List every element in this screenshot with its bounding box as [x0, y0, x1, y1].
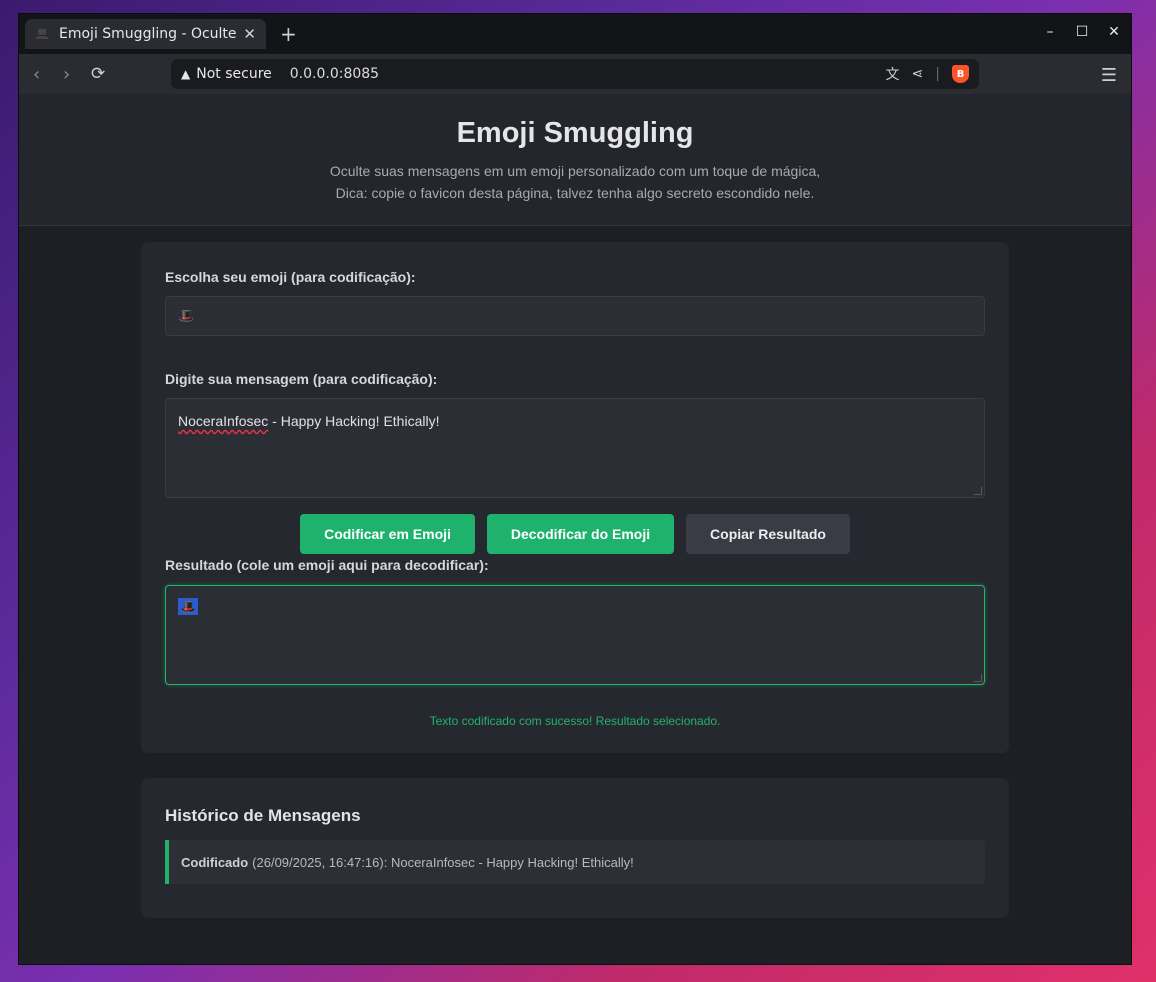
subtitle-line2: Dica: copie o favicon desta página, talv… — [335, 185, 815, 201]
history-title: Histórico de Mensagens — [165, 806, 361, 825]
browser-window: Emoji Smuggling - Oculte ✕ + – ☐ ✕ ‹ › ⟳… — [19, 14, 1131, 964]
history-card: Histórico de Mensagens Codificado (26/09… — [141, 778, 1009, 918]
history-item-type: Codificado — [181, 854, 249, 870]
tab-close-icon[interactable]: ✕ — [243, 25, 256, 43]
emoji-input[interactable]: 🎩 — [165, 296, 985, 336]
message-spellcheck-word: NoceraInfosec — [178, 413, 269, 429]
reload-icon[interactable]: ⟳ — [91, 64, 105, 84]
tab-active[interactable]: Emoji Smuggling - Oculte ✕ — [25, 19, 266, 49]
share-icon[interactable]: ⋖ — [912, 66, 924, 82]
not-secure-label[interactable]: Not secure — [196, 66, 272, 82]
brave-shield-icon[interactable]: B — [952, 65, 969, 83]
encoder-card: Escolha seu emoji (para codificação): 🎩 … — [141, 242, 1009, 753]
copy-result-button[interactable]: Copiar Resultado — [686, 514, 850, 554]
message-textarea[interactable]: NoceraInfosec - Happy Hacking! Ethically… — [165, 398, 985, 498]
page-subtitle: Oculte suas mensagens em um emoji person… — [19, 160, 1131, 204]
back-icon[interactable]: ‹ — [33, 64, 40, 85]
forward-icon[interactable]: › — [63, 64, 70, 85]
url-text[interactable]: 0.0.0.0:8085 — [290, 66, 886, 82]
window-controls: – ☐ ✕ — [1043, 24, 1121, 40]
history-item-detail: (26/09/2025, 16:47:16): NoceraInfosec - … — [252, 854, 634, 870]
page-title: Emoji Smuggling — [456, 117, 694, 149]
status-message: Texto codificado com sucesso! Resultado … — [429, 714, 721, 728]
encode-button[interactable]: Codificar em Emoji — [300, 514, 475, 554]
new-tab-button[interactable]: + — [280, 22, 297, 46]
resize-handle[interactable] — [974, 487, 982, 495]
address-bar-actions: 文 ⋖ | B — [886, 64, 969, 84]
close-window-icon[interactable]: ✕ — [1107, 24, 1121, 40]
emoji-input-value: 🎩 — [178, 308, 195, 323]
address-bar[interactable]: ▲ Not secure 0.0.0.0:8085 文 ⋖ | B — [171, 59, 979, 89]
maximize-icon[interactable]: ☐ — [1075, 24, 1089, 40]
history-item: Codificado (26/09/2025, 16:47:16): Nocer… — [165, 840, 985, 884]
message-label: Digite sua mensagem (para codificação): — [165, 371, 438, 387]
warning-icon[interactable]: ▲ — [181, 67, 190, 81]
nav-bar: ‹ › ⟳ ▲ Not secure 0.0.0.0:8085 文 ⋖ | B … — [19, 54, 1131, 94]
result-textarea[interactable]: 🎩 — [165, 585, 985, 685]
top-hat-favicon-icon — [35, 27, 49, 41]
result-value: 🎩 — [178, 598, 199, 615]
translate-icon[interactable]: 文 — [886, 64, 900, 84]
menu-icon[interactable]: ☰ — [1101, 65, 1117, 86]
page-content: Emoji Smuggling Oculte suas mensagens em… — [19, 94, 1131, 964]
divider: | — [935, 66, 940, 82]
tab-title: Emoji Smuggling - Oculte — [59, 26, 237, 42]
subtitle-line1: Oculte suas mensagens em um emoji person… — [329, 163, 821, 179]
result-label: Resultado (cole um emoji aqui para decod… — [165, 557, 489, 573]
decode-button[interactable]: Decodificar do Emoji — [487, 514, 674, 554]
emoji-label: Escolha seu emoji (para codificação): — [165, 269, 416, 285]
resize-handle[interactable] — [974, 674, 982, 682]
message-text: - Happy Hacking! Ethically! — [268, 413, 440, 429]
tab-bar: Emoji Smuggling - Oculte ✕ + – ☐ ✕ — [19, 14, 1131, 54]
page-header: Emoji Smuggling Oculte suas mensagens em… — [19, 94, 1131, 226]
minimize-icon[interactable]: – — [1043, 24, 1057, 40]
